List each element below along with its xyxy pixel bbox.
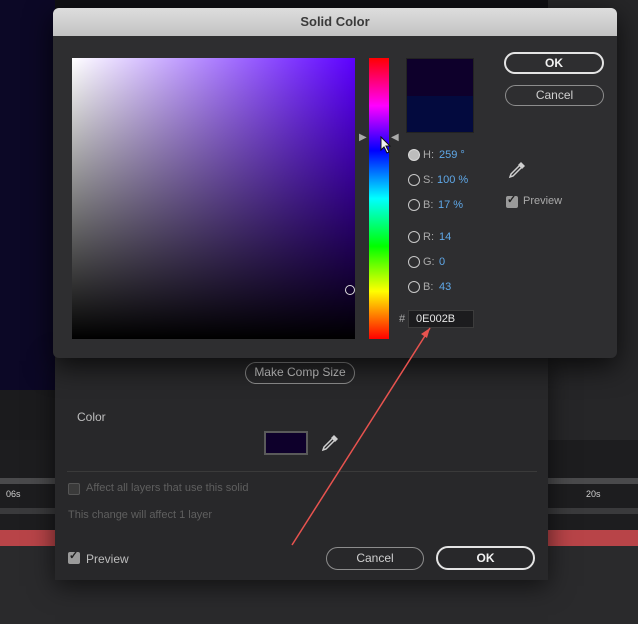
change-note: This change will affect 1 layer — [68, 509, 213, 521]
red-value[interactable]: 14 — [439, 231, 451, 243]
solid-settings-dialog: Make Comp Size Color Affect all layers t… — [55, 355, 548, 580]
red-label: R: — [423, 231, 434, 243]
field-cursor[interactable] — [345, 285, 355, 295]
eyedropper-icon[interactable] — [321, 434, 339, 452]
hue-slider-handle-left[interactable]: ▶ — [359, 132, 367, 143]
solid-color-preview-checkbox[interactable] — [506, 193, 518, 208]
composition-viewer — [0, 0, 55, 390]
cancel-button[interactable]: Cancel — [326, 547, 424, 570]
timeline-tick-start: 06s — [6, 489, 21, 499]
blue-label: B: — [423, 281, 434, 293]
saturation-value[interactable]: 100 % — [437, 174, 468, 186]
blue-radio[interactable] — [408, 281, 420, 293]
current-color-swatch[interactable] — [406, 96, 474, 133]
blue-value[interactable]: 43 — [439, 281, 451, 293]
green-value[interactable]: 0 — [439, 256, 445, 268]
hex-label: # — [399, 313, 406, 325]
eyedropper-icon[interactable] — [508, 161, 526, 179]
hex-input[interactable]: 0E002B — [408, 310, 474, 328]
color-swatch-button[interactable] — [264, 431, 308, 455]
solid-color-dialog: Solid Color ▶ ◀ H: 259 ° S: 100 % B: 17 … — [53, 8, 617, 358]
saturation-brightness-field[interactable] — [72, 58, 355, 339]
affect-all-label: Affect all layers that use this solid — [86, 482, 249, 494]
affect-all-checkbox[interactable] — [68, 483, 80, 495]
solid-color-ok-button[interactable]: OK — [504, 52, 604, 74]
brightness-value[interactable]: 17 % — [438, 199, 463, 211]
ok-button[interactable]: OK — [436, 546, 535, 570]
solid-color-preview-label: Preview — [523, 195, 563, 207]
preview-label: Preview — [86, 552, 129, 566]
preview-checkbox[interactable] — [68, 549, 80, 564]
new-color-swatch — [406, 58, 474, 97]
divider — [67, 471, 537, 472]
red-radio[interactable] — [408, 231, 420, 243]
hue-slider[interactable] — [369, 58, 389, 339]
color-label: Color — [77, 410, 106, 424]
hue-value[interactable]: 259 ° — [439, 149, 465, 161]
green-label: G: — [423, 256, 435, 268]
brightness-radio[interactable] — [408, 199, 420, 211]
dialog-titlebar[interactable]: Solid Color — [53, 8, 617, 36]
green-radio[interactable] — [408, 256, 420, 268]
make-comp-size-button[interactable]: Make Comp Size — [245, 362, 355, 384]
hue-slider-handle-right[interactable]: ◀ — [391, 132, 399, 143]
mouse-cursor-icon — [380, 136, 392, 154]
brightness-label: B: — [423, 199, 434, 211]
saturation-radio[interactable] — [408, 174, 420, 186]
hue-radio[interactable] — [408, 149, 420, 161]
timeline-tick-end: 20s — [586, 489, 601, 499]
saturation-label: S: — [423, 174, 434, 186]
solid-color-cancel-button[interactable]: Cancel — [505, 85, 604, 106]
hue-label: H: — [423, 149, 434, 161]
dialog-title: Solid Color — [300, 14, 370, 29]
